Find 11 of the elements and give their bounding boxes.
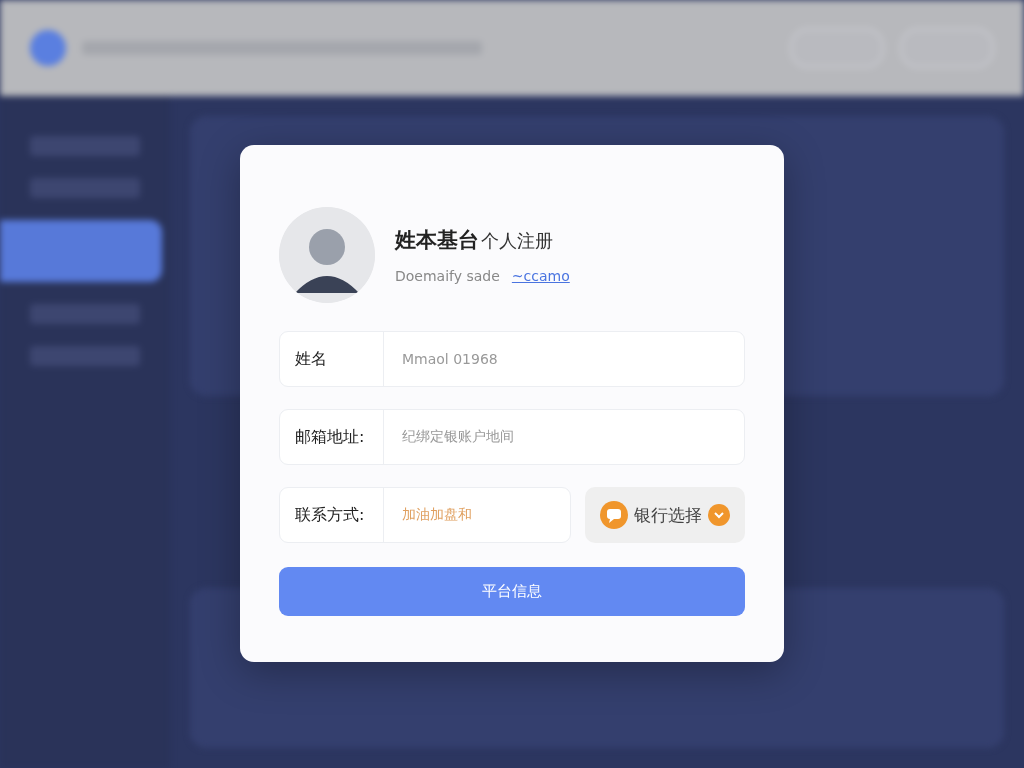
dialog-caption: Doemaify sade (395, 268, 500, 284)
form-field[interactable]: 邮箱地址: 纪绑定银账户地间 (279, 409, 745, 465)
form-field[interactable]: 姓名 Mmaol 01968 (279, 331, 745, 387)
dropdown-icon (708, 504, 730, 526)
dialog-title: 姓本基台 (395, 227, 479, 254)
chat-bubble-icon (600, 501, 628, 529)
dialog-subtitle: 个人注册 (481, 229, 553, 253)
blurred-logo-icon (30, 30, 66, 66)
form-field[interactable]: 联系方式: 加油加盘和 (279, 487, 571, 543)
dialog-link[interactable]: ~ccamo (511, 268, 570, 284)
bank-select-button[interactable]: 银行选择 (585, 487, 745, 543)
